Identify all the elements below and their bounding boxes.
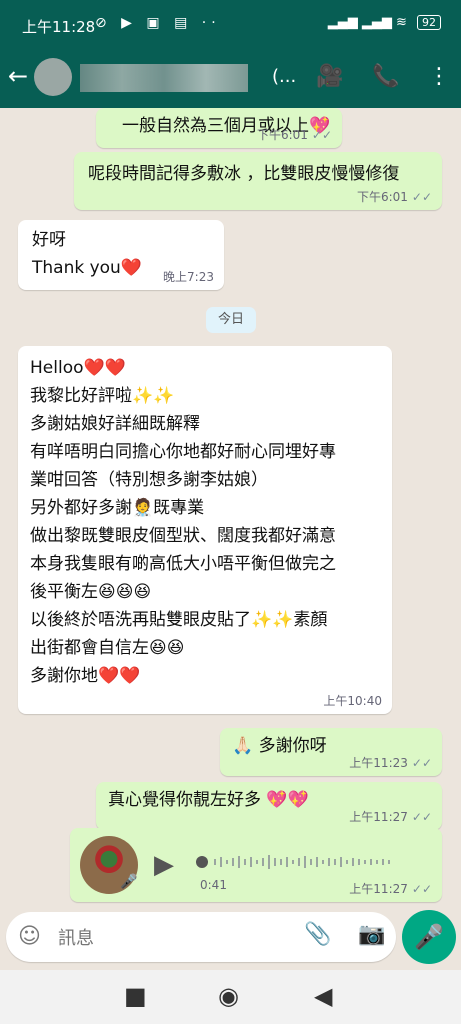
phone-call-icon[interactable]: 📞	[372, 64, 399, 89]
message-line: Helloo❤️❤️	[30, 358, 126, 378]
message-bubble[interactable]: Helloo❤️❤️ 我黎比好評啦✨✨ 多謝姑娘好詳細既解釋 有咩唔明白同擔心你…	[18, 346, 392, 714]
message-meta: 下午6:01 ✓✓	[257, 126, 332, 143]
message-line: 後平衡左😆😆😆	[30, 582, 152, 602]
voice-message-bubble[interactable]: 🎤 ▶ 0:41 上午11:27 ✓✓	[70, 828, 442, 902]
message-line: 本身我隻眼有啲高低大小唔平衡但做完之	[30, 554, 336, 574]
message-time: 上午11:23	[349, 756, 408, 770]
emoji-icon[interactable]: ☺	[18, 924, 41, 949]
chat-header: ← (... 🎥 📞 ⋮	[0, 50, 461, 108]
video-call-icon[interactable]: 🎥	[316, 64, 343, 89]
recent-apps-icon[interactable]: ■	[124, 982, 147, 1010]
message-input[interactable]	[56, 922, 280, 954]
voice-waveform[interactable]	[196, 852, 416, 872]
contact-name[interactable]: (...	[272, 66, 296, 87]
message-bubble[interactable]: 一般自然為三個月或以上💖 下午6:01 ✓✓	[96, 108, 342, 148]
notification-icons: ⊘ ▶ ▣ ▤ ··	[95, 15, 221, 31]
message-text: Helloo❤️❤️ 我黎比好評啦✨✨ 多謝姑娘好詳細既解釋 有咩唔明白同擔心你…	[30, 354, 336, 690]
voice-record-button[interactable]: 🎤	[402, 910, 456, 964]
message-line: 出街都會自信左😆😆	[30, 638, 185, 658]
message-meta: 上午11:27 ✓✓	[349, 880, 432, 897]
date-chip: 今日	[206, 307, 256, 333]
battery-icon: 92	[417, 15, 441, 30]
message-meta: 下午6:01 ✓✓	[357, 188, 432, 205]
message-time: 上午11:27	[349, 810, 408, 824]
message-bubble[interactable]: 真心覺得你靚左好多 💖💖 上午11:27 ✓✓	[96, 782, 442, 830]
back-icon[interactable]: ◀	[314, 982, 332, 1010]
read-ticks-icon: ✓✓	[411, 190, 432, 204]
message-bubble[interactable]: 🙏🏻 多謝你呀 上午11:23 ✓✓	[220, 728, 442, 776]
menu-icon[interactable]: ⋮	[428, 64, 450, 89]
voice-duration: 0:41	[200, 878, 227, 892]
read-ticks-icon: ✓✓	[311, 128, 332, 142]
status-bar: 上午11:28 ⊘ ▶ ▣ ▤ ·· ▂▄▆ ▂▄▆ ≋ 92	[0, 0, 461, 50]
system-icons: ▂▄▆ ▂▄▆ ≋ 92	[328, 15, 441, 30]
message-text: 好呀 Thank you❤️	[32, 226, 142, 282]
message-time: 下午6:01	[256, 128, 308, 142]
home-icon[interactable]: ◉	[218, 982, 239, 1010]
message-time: 上午10:40	[323, 694, 382, 708]
message-time: 下午6:01	[356, 190, 408, 204]
contact-avatar[interactable]	[34, 58, 72, 96]
back-arrow-icon[interactable]: ←	[8, 62, 28, 90]
message-bubble[interactable]: 呢段時間記得多敷冰 ，比雙眼皮慢慢修復 下午6:01 ✓✓	[74, 152, 442, 210]
message-line: 多謝你地❤️❤️	[30, 666, 141, 686]
message-line: 好呀	[32, 230, 66, 250]
message-line: Thank you❤️	[32, 258, 143, 278]
mic-icon: 🎤	[414, 923, 444, 951]
read-ticks-icon: ✓✓	[411, 756, 432, 770]
message-composer: ☺ 📎 📷	[6, 912, 396, 962]
message-line: 以後終於唔洗再貼雙眼皮貼了✨✨素顏	[30, 610, 328, 630]
message-text: 呢段時間記得多敷冰 ，比雙眼皮慢慢修復	[88, 164, 400, 184]
signal-icon: ▂▄▆ ▂▄▆ ≋	[327, 15, 407, 30]
attach-icon[interactable]: 📎	[304, 922, 331, 947]
read-ticks-icon: ✓✓	[411, 882, 432, 896]
camera-icon[interactable]: 📷	[358, 922, 385, 947]
message-meta: 上午11:23 ✓✓	[349, 754, 432, 771]
message-bubble[interactable]: 好呀 Thank you❤️ 晚上7:23	[18, 220, 224, 290]
system-nav-bar: ■ ◉ ◀	[0, 970, 461, 1024]
message-line: 有咩唔明白同擔心你地都好耐心同埋好專	[30, 442, 336, 462]
message-time: 上午11:27	[349, 882, 408, 896]
read-ticks-icon: ✓✓	[411, 810, 432, 824]
message-line: 業咁回答（特別想多謝李姑娘）	[30, 470, 268, 490]
message-text: 🙏🏻 多謝你呀	[232, 736, 327, 756]
chat-area: 一般自然為三個月或以上💖 下午6:01 ✓✓ 呢段時間記得多敷冰 ，比雙眼皮慢慢修…	[0, 108, 461, 968]
mic-icon: 🎤	[120, 874, 138, 890]
play-icon[interactable]: ▶	[154, 850, 174, 880]
message-line: 做出黎既雙眼皮個型狀、闊度我都好滿意	[30, 526, 336, 546]
message-line: 另外都好多謝🧑‍⚕️既專業	[30, 498, 205, 518]
message-meta: 上午11:27 ✓✓	[349, 808, 432, 825]
status-time: 上午11:28	[22, 18, 96, 36]
message-time: 晚上7:23	[163, 270, 214, 284]
message-line: 我黎比好評啦✨✨	[30, 386, 175, 406]
message-line: 多謝姑娘好詳細既解釋	[30, 414, 200, 434]
contact-name-blurred[interactable]	[80, 64, 248, 92]
message-text: 真心覺得你靚左好多 💖💖	[108, 790, 309, 810]
